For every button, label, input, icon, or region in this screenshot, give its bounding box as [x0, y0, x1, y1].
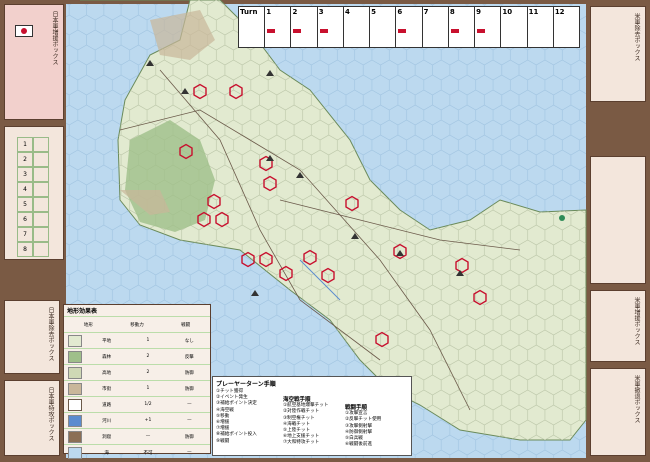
hill-swatch — [68, 366, 82, 379]
jp-flag-icon — [15, 25, 33, 37]
turn-cell[interactable]: 12 — [554, 7, 579, 47]
terrain-header-row: 地形 移動力 戦闘 — [64, 316, 210, 332]
event-marker — [293, 29, 302, 33]
column-header: 戦闘 — [181, 322, 191, 328]
turn-cell[interactable]: 10 — [501, 7, 528, 47]
track-cell[interactable]: 5 — [17, 197, 33, 212]
combat-steps: 戦闘手順 ①攻撃宣言 ②反撃チット使用 ③攻撃側射撃 ④防御側射撃 ⑤白兵戦 ⑥戦闘後前… — [345, 405, 382, 448]
track-cell[interactable]: 8 — [17, 242, 33, 257]
turn-header: Turn — [239, 7, 266, 47]
event-marker — [319, 29, 328, 33]
turn-procedure-panel: プレーヤーターン手順 ①チット獲得 ②イベント発生 ③補給ポイント決定 ④海空戦 ⑤移… — [212, 376, 412, 456]
us-withdrawal-box[interactable]: 米軍撤退ボックス — [590, 368, 646, 456]
turn-cell[interactable]: 4 — [344, 7, 371, 47]
terrain-row: 森林 2 反撃 — [64, 348, 210, 364]
event-marker — [450, 29, 459, 33]
terrain-row: 海不可 — — [64, 444, 210, 460]
track-cell[interactable] — [33, 212, 49, 227]
turn-cell[interactable]: 11 — [528, 7, 554, 47]
turn-cell[interactable]: 6 — [396, 7, 423, 47]
terrain-effects-chart: 地形効果表 地形 移動力 戦闘 平地 1 なし 森林 2 反撃 高地 2 防御 市街 1 防御 … — [63, 304, 211, 459]
track-cell[interactable] — [33, 182, 49, 197]
turn-track: Turn 1 2 3 4 5 6 7 8 9 10 11 12 — [238, 6, 580, 48]
event-marker — [398, 29, 407, 33]
turn-cell[interactable]: 1 — [265, 7, 292, 47]
event-marker — [267, 29, 276, 33]
terrain-row: 平地 1 なし — [64, 332, 210, 348]
panel-label: 日本軍増援ボックス — [51, 11, 58, 65]
cave-swatch — [68, 430, 82, 443]
panel-label: 日本軍特攻ボックス — [47, 387, 54, 441]
numbered-track: 1 2 3 4 5 6 7 8 — [4, 126, 64, 260]
panel-label: 日本軍除去ボックス — [47, 307, 54, 361]
terrain-row: 洞窟 — 防御 — [64, 428, 210, 444]
procedure-title: プレーヤーターン手順 — [216, 381, 276, 388]
naval-air-steps: 海空戦手順 ①航空基地爆撃チット ②対陸作戦チット ③制空権チット ④海戦チット ⑤上… — [283, 397, 329, 446]
procedure-steps: ①チット獲得 ②イベント発生 ③補給ポイント決定 ④海空戦 ⑤移動 ⑥増援 ⑦増援 ⑧補給… — [216, 389, 257, 444]
river-swatch — [68, 414, 82, 427]
track-cell[interactable] — [33, 167, 49, 182]
clear-swatch — [68, 334, 82, 347]
turn-cell[interactable]: 3 — [318, 7, 344, 47]
terrain-row: 道路 1/2— — [64, 396, 210, 412]
track-cell[interactable]: 2 — [17, 152, 33, 167]
terrain-row: 高地 2 防御 — [64, 364, 210, 380]
us-reinforcement-box[interactable]: 米軍増援ボックス — [590, 290, 646, 362]
town-swatch — [68, 382, 82, 395]
track-cell[interactable] — [33, 137, 49, 152]
event-marker — [477, 29, 486, 33]
forest-swatch — [68, 350, 82, 363]
turn-cell[interactable]: 7 — [423, 7, 449, 47]
track-cell[interactable]: 3 — [17, 167, 33, 182]
column-header: 地形 — [83, 322, 93, 328]
terrain-chart-title: 地形効果表 — [67, 308, 98, 315]
terrain-row: 河川 +1— — [64, 412, 210, 428]
turn-cell[interactable]: 8 — [449, 7, 476, 47]
track-cell[interactable] — [33, 242, 49, 257]
jp-special-attack-box[interactable]: 日本軍特攻ボックス — [4, 380, 60, 456]
panel-label: 米軍撤退ボックス — [633, 375, 640, 423]
panel-label: 米軍増援ボックス — [633, 297, 640, 345]
turn-cell[interactable]: 5 — [370, 7, 397, 47]
track-cells: 1 2 3 4 5 6 7 8 — [17, 137, 49, 257]
terrain-row: 市街 1 防御 — [64, 380, 210, 396]
track-cell[interactable]: 6 — [17, 212, 33, 227]
track-cell[interactable] — [33, 227, 49, 242]
track-cell[interactable] — [33, 152, 49, 167]
objective-marker — [559, 215, 565, 221]
panel-label: 米軍除去ボックス — [633, 13, 640, 61]
track-cell[interactable]: 1 — [17, 137, 33, 152]
us-eliminated-box[interactable]: 米軍除去ボックス — [590, 6, 646, 102]
jp-eliminated-box[interactable]: 日本軍除去ボックス — [4, 300, 60, 374]
turn-cell[interactable]: 2 — [291, 7, 318, 47]
track-cell[interactable]: 4 — [17, 182, 33, 197]
turn-cell[interactable]: 9 — [475, 7, 502, 47]
road-swatch — [68, 398, 82, 411]
track-cell[interactable]: 7 — [17, 227, 33, 242]
sea-swatch — [68, 446, 82, 459]
column-header: 移動力 — [130, 322, 144, 328]
us-track — [590, 156, 646, 284]
jp-reinforcement-box[interactable]: 日本軍増援ボックス — [4, 4, 64, 120]
track-cell[interactable] — [33, 197, 49, 212]
